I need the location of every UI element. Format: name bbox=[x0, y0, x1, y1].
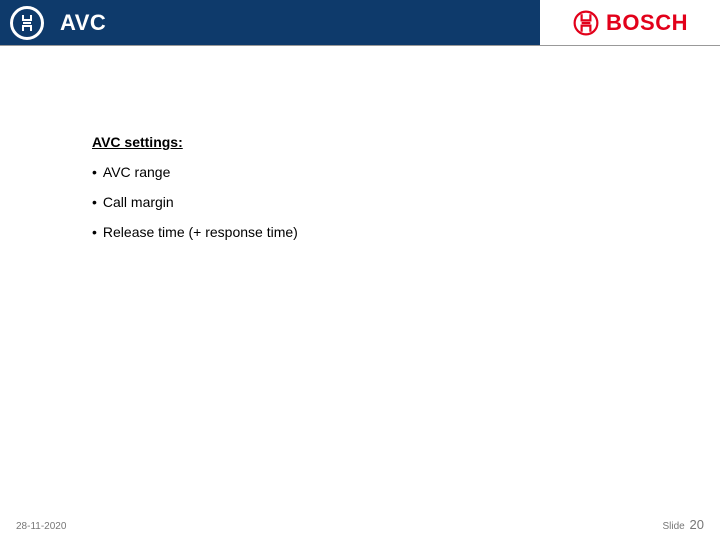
bullet-text: Release time (+ response time) bbox=[103, 224, 298, 240]
header-title-bar: AVC bbox=[0, 0, 540, 45]
bullet-dot-icon: • bbox=[92, 164, 97, 180]
bullet-dot-icon: • bbox=[92, 194, 97, 210]
bullet-item: • Release time (+ response time) bbox=[92, 224, 720, 240]
bullet-dot-icon: • bbox=[92, 224, 97, 240]
bullet-text: AVC range bbox=[103, 164, 170, 180]
slide-number-label: Slide 20 bbox=[663, 517, 705, 532]
slide-label-text: Slide bbox=[663, 521, 685, 532]
bullet-item: • AVC range bbox=[92, 164, 720, 180]
bosch-armature-icon bbox=[10, 6, 44, 40]
slide-number: 20 bbox=[690, 517, 704, 532]
slide-header: AVC BOSCH bbox=[0, 0, 720, 46]
settings-heading: AVC settings: bbox=[92, 134, 720, 150]
bosch-wordmark: BOSCH bbox=[606, 10, 688, 36]
bosch-logo: BOSCH bbox=[572, 9, 688, 37]
bullet-text: Call margin bbox=[103, 194, 174, 210]
bosch-logo-icon bbox=[572, 9, 600, 37]
bullet-item: • Call margin bbox=[92, 194, 720, 210]
footer-date: 28-11-2020 bbox=[16, 521, 66, 532]
slide-title: AVC bbox=[60, 10, 106, 36]
header-brand-area: BOSCH bbox=[540, 0, 720, 45]
slide-footer: 28-11-2020 Slide 20 bbox=[0, 517, 720, 532]
slide-body: AVC settings: • AVC range • Call margin … bbox=[0, 46, 720, 240]
